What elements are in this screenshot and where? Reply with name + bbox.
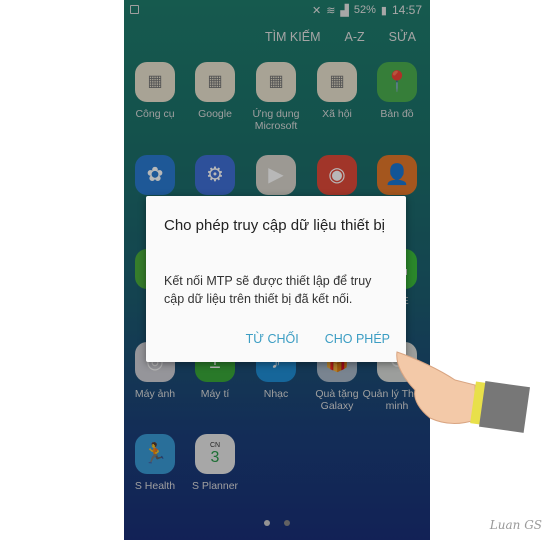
dialog-message: Kết nối MTP sẽ được thiết lập để truy cậ… (164, 274, 372, 306)
signature-watermark: Luan GS (489, 518, 542, 532)
phone-screen: ✕ ≋ ▟ 52% ▮ 14:57 TÌM KIẾM A-Z SỬA ▦ Công… (124, 0, 430, 540)
allow-button[interactable]: CHO PHÉP (325, 332, 390, 346)
dialog-title: Cho phép truy cập dữ liệu thiết bị (164, 217, 386, 234)
deny-button[interactable]: TỪ CHỐI (246, 332, 299, 346)
mtp-permission-dialog: Cho phép truy cập dữ liệu thiết bị Kết n… (146, 196, 406, 362)
pointing-hand-icon (396, 351, 530, 433)
